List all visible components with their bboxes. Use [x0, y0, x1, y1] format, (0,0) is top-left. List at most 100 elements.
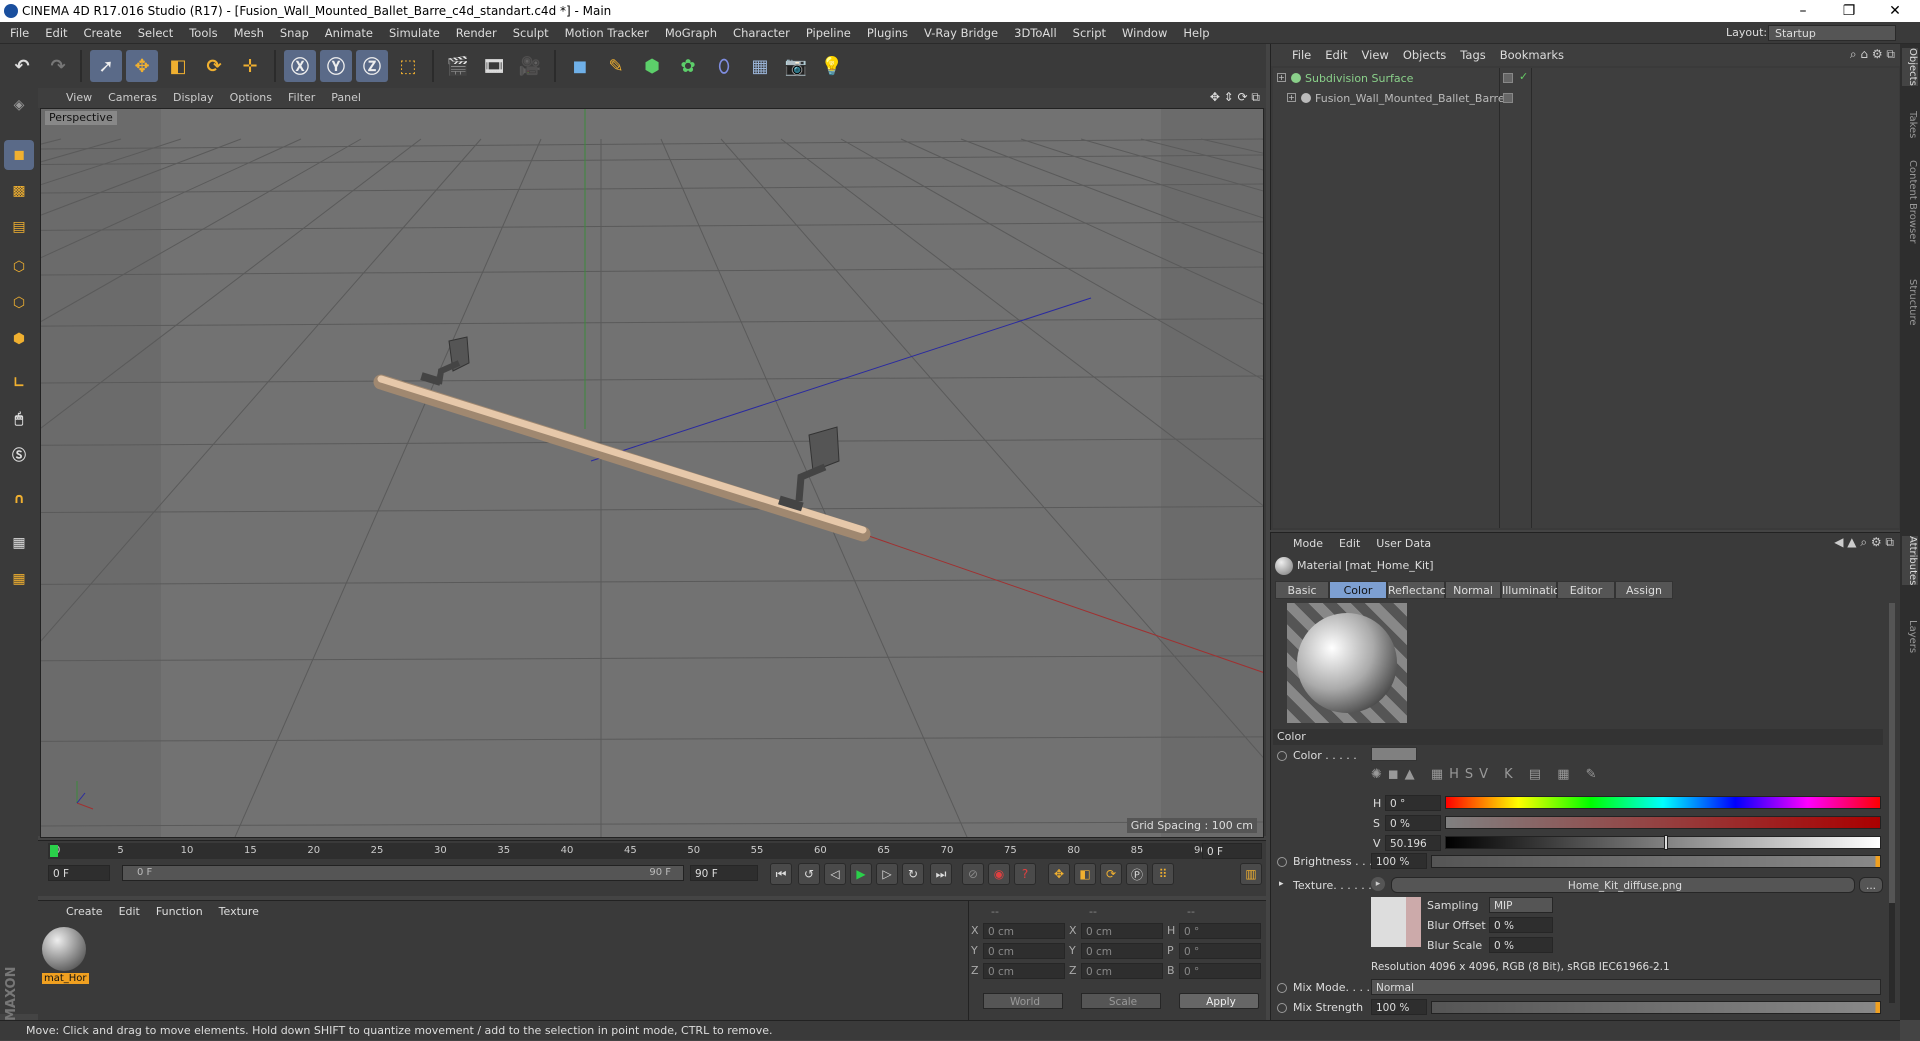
menu-snap[interactable]: Snap: [272, 22, 317, 44]
key-position-icon[interactable]: ✥: [1048, 863, 1070, 885]
blur-scale-field[interactable]: 0 %: [1489, 937, 1553, 953]
expand-icon[interactable]: +: [1277, 73, 1286, 82]
viewport-nav-icons[interactable]: ✥ ⇕ ⟳ ⧉: [1210, 90, 1260, 105]
coord-value-field[interactable]: 0 °: [1179, 963, 1261, 979]
material-menu-function[interactable]: Function: [148, 903, 211, 921]
hue-slider[interactable]: [1445, 796, 1881, 809]
subdivision-surface-icon[interactable]: ⬢: [636, 50, 668, 82]
transform-icon[interactable]: ✛: [234, 50, 266, 82]
cube-icon[interactable]: ◼: [564, 50, 596, 82]
side-tab-takes[interactable]: Takes: [1902, 111, 1918, 138]
texture-menu-icon[interactable]: ▸: [1371, 877, 1385, 891]
render-settings-icon[interactable]: 🎥: [514, 50, 546, 82]
menu-edit[interactable]: Edit: [37, 22, 75, 44]
lock-workplane-icon[interactable]: ▦: [4, 528, 34, 558]
tab-assign[interactable]: Assign: [1615, 581, 1673, 599]
coord-value-field[interactable]: 0 cm: [983, 923, 1065, 939]
mix-strength-anim-dot[interactable]: [1277, 1003, 1287, 1013]
coord-value-field[interactable]: 0 °: [1179, 923, 1261, 939]
viewport-menu-filter[interactable]: Filter: [280, 88, 323, 108]
texture-mode-icon[interactable]: ▩: [4, 176, 34, 206]
key-scale-icon[interactable]: ◧: [1074, 863, 1096, 885]
blur-offset-field[interactable]: 0 %: [1489, 917, 1553, 933]
sampling-dropdown[interactable]: MIP: [1489, 897, 1553, 913]
menu-sculpt[interactable]: Sculpt: [505, 22, 557, 44]
coord-value-field[interactable]: 0 cm: [983, 963, 1065, 979]
value-slider-knob[interactable]: [1663, 835, 1668, 850]
playhead[interactable]: [50, 845, 58, 857]
snap-icon[interactable]: Ⓢ: [4, 440, 34, 470]
timeline-window-icon[interactable]: ▥: [1240, 863, 1262, 885]
menu-animate[interactable]: Animate: [317, 22, 381, 44]
start-frame-field[interactable]: 0 F: [48, 865, 110, 881]
planar-workplane-icon[interactable]: ▦: [4, 564, 34, 594]
menu-mograph[interactable]: MoGraph: [657, 22, 725, 44]
visibility-icon[interactable]: [1503, 93, 1513, 103]
x-axis-icon[interactable]: Ⓧ: [284, 50, 316, 82]
object-row[interactable]: + Fusion_Wall_Mounted_Ballet_Barre: [1273, 90, 1893, 108]
deformer-icon[interactable]: ⬯: [708, 50, 740, 82]
menu-3dtoall[interactable]: 3DToAll: [1006, 22, 1065, 44]
menu-plugins[interactable]: Plugins: [859, 22, 916, 44]
menu-help[interactable]: Help: [1175, 22, 1217, 44]
key-pla-icon[interactable]: ⠿: [1152, 863, 1174, 885]
mix-mode-anim-dot[interactable]: [1277, 983, 1287, 993]
tab-basic[interactable]: Basic: [1275, 581, 1329, 599]
edges-mode-icon[interactable]: ⬡: [4, 288, 34, 318]
end-frame-field[interactable]: 90 F: [690, 865, 758, 881]
viewport-menu-cameras[interactable]: Cameras: [100, 88, 165, 108]
workplane-icon[interactable]: ▤: [4, 212, 34, 242]
v-field[interactable]: 50.196 %: [1385, 835, 1441, 866]
mix-mode-dropdown[interactable]: Normal: [1371, 979, 1881, 995]
timeline-ruler[interactable]: 051015202530354045505560657075808590: [48, 843, 1208, 859]
side-tab-structure[interactable]: Structure: [1902, 279, 1918, 326]
tab-color[interactable]: Color: [1329, 581, 1387, 599]
tab-reflectance[interactable]: Reflectance: [1387, 581, 1453, 599]
object-menu-bookmarks[interactable]: Bookmarks: [1493, 44, 1571, 66]
go-to-end-icon[interactable]: ⏭: [930, 863, 952, 885]
magnet-icon[interactable]: ∩: [4, 484, 34, 514]
floor-icon[interactable]: ▦: [744, 50, 776, 82]
next-frame-icon[interactable]: ▷: [876, 863, 898, 885]
enabled-check-icon[interactable]: ✓: [1519, 70, 1528, 83]
object-row[interactable]: + Subdivision Surface ✓: [1273, 70, 1893, 88]
mix-strength-slider[interactable]: [1431, 1001, 1881, 1014]
attribute-scrollbar[interactable]: [1889, 603, 1895, 1003]
3d-viewport[interactable]: Perspective Grid Spacing : 100 cm: [40, 108, 1264, 838]
move-icon[interactable]: ✥: [126, 50, 158, 82]
coord-value-field[interactable]: 0 °: [1179, 943, 1261, 959]
minimize-icon[interactable]: –: [1780, 0, 1826, 22]
viewport-camera-label[interactable]: Perspective: [45, 111, 117, 125]
color-anim-dot[interactable]: [1277, 751, 1287, 761]
value-slider[interactable]: [1445, 835, 1881, 850]
layout-dropdown[interactable]: Startup: [1768, 25, 1896, 41]
object-name[interactable]: Fusion_Wall_Mounted_Ballet_Barre: [1315, 92, 1505, 105]
key-parameter-icon[interactable]: Ⓟ: [1126, 863, 1148, 885]
menu-create[interactable]: Create: [76, 22, 130, 44]
menu-tools[interactable]: Tools: [181, 22, 225, 44]
key-rotation-icon[interactable]: ⟳: [1100, 863, 1122, 885]
color-section-header[interactable]: Color: [1273, 729, 1883, 745]
visibility-icon[interactable]: [1503, 73, 1513, 83]
live-selection-icon[interactable]: ➚: [90, 50, 122, 82]
saturation-slider[interactable]: [1445, 816, 1881, 829]
axis-mode-icon[interactable]: ∟: [4, 368, 34, 398]
previous-frame-icon[interactable]: ◁: [824, 863, 846, 885]
coord-value-field[interactable]: 0 cm: [1081, 943, 1163, 959]
tab-normal[interactable]: Normal: [1445, 581, 1501, 599]
scale-icon[interactable]: ◧: [162, 50, 194, 82]
render-picture-viewer-icon[interactable]: 🎞: [478, 50, 510, 82]
coord-value-field[interactable]: 0 cm: [1081, 923, 1163, 939]
coord-value-field[interactable]: 0 cm: [1081, 963, 1163, 979]
rotate-icon[interactable]: ⟳: [198, 50, 230, 82]
object-name[interactable]: Subdivision Surface: [1305, 72, 1413, 85]
texture-thumbnail[interactable]: [1371, 897, 1421, 947]
previous-key-icon[interactable]: ↺: [798, 863, 820, 885]
material-thumbnail[interactable]: [42, 927, 86, 971]
material-menu-create[interactable]: Create: [58, 903, 111, 921]
world-dropdown[interactable]: World: [983, 993, 1063, 1009]
make-editable-icon[interactable]: ◈: [4, 90, 34, 120]
menu-file[interactable]: File: [2, 22, 37, 44]
tweak-mode-icon[interactable]: 🖱: [4, 404, 34, 434]
material-menu-edit[interactable]: Edit: [111, 903, 148, 921]
